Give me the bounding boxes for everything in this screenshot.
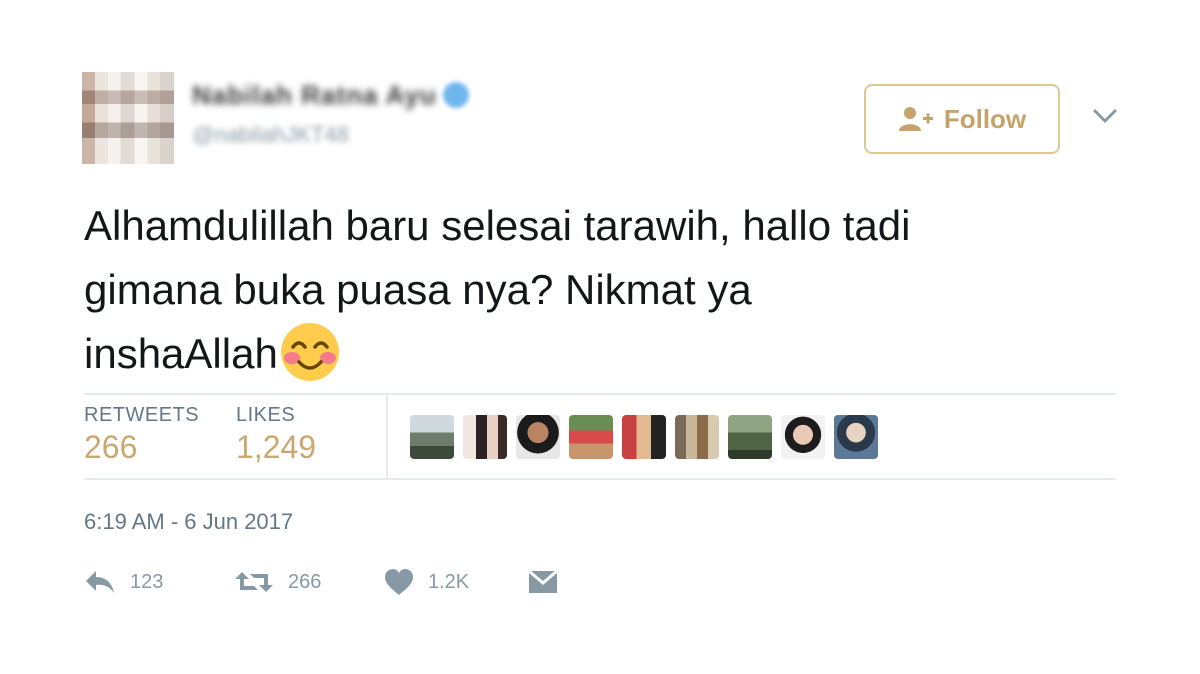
likes-value: 1,249 [236,429,317,465]
follow-button[interactable]: Follow [864,84,1060,154]
stats-divider-bottom [84,478,1116,480]
liker-avatar[interactable] [622,415,666,459]
likes-stat[interactable]: LIKES 1,249 [236,404,316,466]
chevron-down-icon[interactable] [1090,104,1120,128]
liker-avatar[interactable] [675,415,719,459]
tweet-text-line: Alhamdulillah baru selesai tarawih, hall… [84,202,911,249]
liker-avatar[interactable] [728,415,772,459]
liker-avatar[interactable] [463,415,507,459]
smiling-blush-emoji [280,323,339,381]
reply-icon [86,571,114,593]
reply-action[interactable]: 123 [84,562,163,602]
follow-button-label: Follow [943,103,1027,134]
retweet-icon [235,572,273,592]
liker-avatars [410,415,878,459]
like-count: 1.2K [428,570,470,593]
author-name-row[interactable]: Nabilah Ratna Ayu [192,78,469,112]
message-action[interactable] [528,562,558,602]
liker-avatar[interactable] [516,415,560,459]
stats-vertical-divider [386,395,388,478]
like-action[interactable]: 1.2K [384,562,469,602]
tweet-text-segment: inshaAllah [84,330,278,377]
stats-divider-top [84,393,1116,395]
follow-person-icon [898,107,933,131]
retweets-label: RETWEETS [84,404,200,426]
likes-label: LIKES [236,404,296,426]
liker-avatar[interactable] [834,415,878,459]
verified-badge-icon [442,82,469,108]
tweet-text: Alhamdulillah baru selesai tarawih, hall… [84,194,1124,386]
retweet-count: 266 [288,570,322,593]
liker-avatar[interactable] [569,415,613,459]
tweet-timestamp[interactable]: 6:19 AM - 6 Jun 2017 [84,509,293,535]
heart-icon [385,569,413,595]
envelope-icon [528,569,558,593]
tweet-text-line: gimana buka puasa nya? Nikmat ya [84,266,752,313]
retweets-stat[interactable]: RETWEETS 266 [84,404,199,466]
liker-avatar[interactable] [781,415,825,459]
liker-avatar[interactable] [410,415,454,459]
retweets-value: 266 [84,429,138,465]
retweet-action[interactable]: 266 [234,562,321,602]
author-handle[interactable]: @nabilahJKT48 [192,122,349,148]
avatar[interactable] [82,72,174,164]
tweet-text-line: inshaAllah [84,322,1124,386]
author-display-name[interactable]: Nabilah Ratna Ayu [192,80,437,111]
tweet-card: Nabilah Ratna Ayu @nabilahJKT48 Follow A… [0,0,1200,674]
reply-count: 123 [130,570,164,593]
